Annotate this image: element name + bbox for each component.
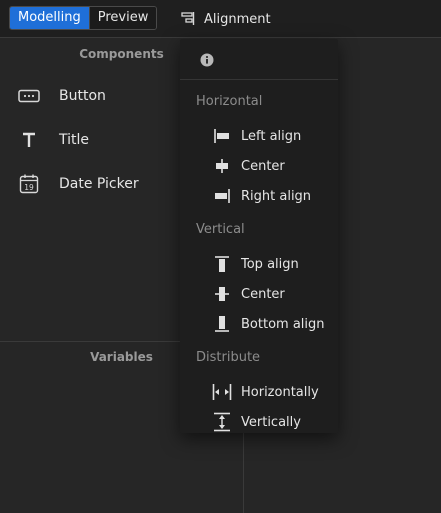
calendar-icon: 19 [14,172,44,196]
distribute-horizontally-option[interactable]: Horizontally [180,377,338,407]
mode-toggle: Modelling Preview [9,6,158,30]
align-icon [180,12,196,26]
align-center-vertical-icon [210,284,234,304]
vertical-center-label: Center [241,286,285,302]
group-vertical: Vertical [196,222,245,237]
distribute-horizontal-icon [210,382,234,402]
preview-mode-button[interactable]: Preview [88,7,157,29]
bottom-align-option[interactable]: Bottom align [180,309,338,339]
app-window: Modelling Preview Alignment Components B… [0,0,441,513]
bottom-align-label: Bottom align [241,316,325,332]
button-icon [14,84,44,108]
align-right-icon [210,186,234,206]
horizontal-center-label: Center [241,158,285,174]
left-align-option[interactable]: Left align [180,121,338,151]
align-bottom-icon [210,314,234,334]
distribute-vertical-icon [210,412,234,432]
info-icon[interactable] [200,52,214,71]
vertical-center-option[interactable]: Center [180,279,338,309]
top-align-label: Top align [241,256,299,272]
modelling-mode-button[interactable]: Modelling [10,7,89,29]
title-icon [14,128,44,152]
component-title-label: Title [59,132,90,148]
right-align-option[interactable]: Right align [180,181,338,211]
align-top-icon [210,254,234,274]
component-button-label: Button [59,88,106,104]
component-date-picker-label: Date Picker [59,176,139,192]
horizontal-center-option[interactable]: Center [180,151,338,181]
group-distribute: Distribute [196,350,261,365]
group-horizontal: Horizontal [196,94,263,109]
svg-text:19: 19 [24,183,34,192]
right-align-label: Right align [241,188,312,204]
distribute-horizontally-label: Horizontally [241,384,319,400]
distribute-vertically-label: Vertically [241,414,301,430]
left-align-label: Left align [241,128,302,144]
top-toolbar: Modelling Preview Alignment [0,0,441,38]
dropdown-info-row [180,39,338,80]
distribute-vertically-option[interactable]: Vertically [180,407,338,437]
align-center-horizontal-icon [210,156,234,176]
top-align-option[interactable]: Top align [180,249,338,279]
alignment-label: Alignment [204,11,271,27]
align-left-icon [210,126,234,146]
alignment-dropdown: Horizontal Left align Center Right align… [180,39,338,433]
alignment-menu-button[interactable]: Alignment [180,8,271,30]
